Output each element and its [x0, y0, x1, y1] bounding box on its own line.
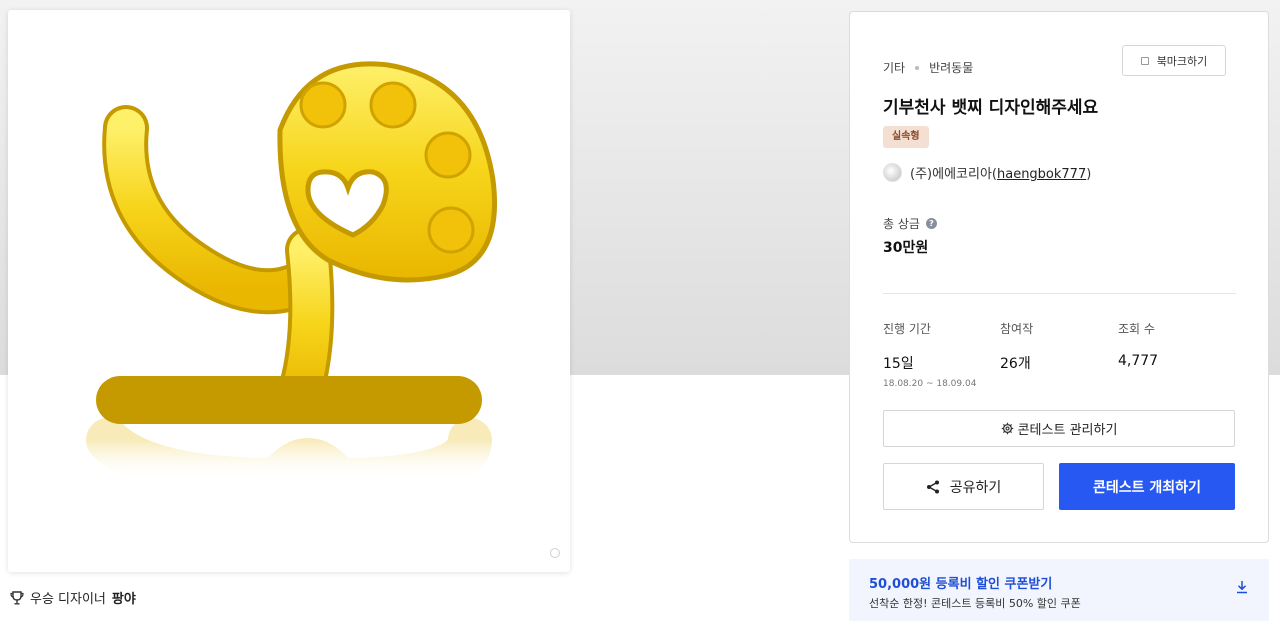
- winner-name[interactable]: 팡야: [112, 588, 136, 607]
- stat-date-range: 18.08.20 ~ 18.09.04: [883, 379, 977, 389]
- plan-badge: 실속형: [883, 126, 929, 148]
- host-info: (주)에에코리아(haengbok777): [883, 163, 1091, 182]
- breadcrumb: 기타 반려동물: [883, 59, 973, 76]
- bookmark-button[interactable]: 북마크하기: [1122, 45, 1226, 76]
- breadcrumb-subcategory[interactable]: 반려동물: [929, 59, 973, 76]
- coupon-title: 50,000원 등록비 할인 쿠폰받기: [869, 577, 1053, 592]
- contest-title: 기부천사 뱃찌 디자인해주세요: [883, 98, 1099, 118]
- trophy-icon: [10, 590, 24, 604]
- prize-label-row: 총 상금 ?: [883, 215, 937, 232]
- breadcrumb-separator: [915, 65, 920, 70]
- prize-value: 30만원: [883, 240, 929, 256]
- download-icon[interactable]: [1235, 580, 1249, 594]
- contest-info-panel: 기타 반려동물 북마크하기 기부천사 뱃찌 디자인해주세요 실속형 (주)에에코…: [849, 11, 1269, 543]
- share-button[interactable]: 공유하기: [883, 463, 1044, 510]
- help-icon[interactable]: ?: [925, 218, 937, 229]
- gear-icon: [1001, 422, 1013, 435]
- stat-label: 조회 수: [1118, 322, 1155, 336]
- prize-label: 총 상금: [883, 217, 920, 231]
- coupon-subtitle: 선착순 한정! 콘테스트 등록비 50% 할인 쿠폰: [869, 597, 1081, 610]
- stat-views: 조회 수 4,777: [1118, 320, 1158, 369]
- winning-artwork[interactable]: [8, 10, 570, 572]
- host-avatar: [883, 163, 902, 182]
- host-contest-button[interactable]: 콘테스트 개최하기: [1059, 463, 1235, 510]
- stat-duration: 진행 기간 15일 18.08.20 ~ 18.09.04: [883, 320, 976, 389]
- stat-label: 참여작: [1000, 322, 1034, 336]
- stat-value: 4,777: [1118, 353, 1159, 369]
- manage-contest-button[interactable]: 콘테스트 관리하기: [883, 410, 1235, 447]
- divider: [883, 293, 1236, 294]
- stat-entries: 참여작 26개: [1000, 320, 1033, 373]
- stat-label: 진행 기간: [883, 322, 931, 336]
- stat-value: 26개: [1000, 356, 1031, 372]
- zoom-icon[interactable]: [550, 548, 560, 558]
- host-name: (주)에에코리아(haengbok777): [910, 167, 1092, 182]
- breadcrumb-category[interactable]: 기타: [883, 59, 905, 76]
- winner-label: 우승 디자이너: [30, 592, 106, 607]
- bookmark-icon: [1140, 56, 1149, 65]
- winner-credit: 우승 디자이너 팡야: [10, 588, 136, 607]
- manage-label: 콘테스트 관리하기: [1017, 423, 1118, 438]
- host-id-link[interactable]: haengbok777: [997, 167, 1086, 182]
- share-label: 공유하기: [949, 479, 1002, 496]
- stat-value: 15일: [883, 356, 914, 372]
- paw-badge-illustration: [86, 61, 498, 503]
- coupon-banner[interactable]: 50,000원 등록비 할인 쿠폰받기 선착순 한정! 콘테스트 등록비 50%…: [849, 559, 1269, 621]
- share-icon: [926, 480, 939, 493]
- bookmark-label: 북마크하기: [1156, 54, 1208, 68]
